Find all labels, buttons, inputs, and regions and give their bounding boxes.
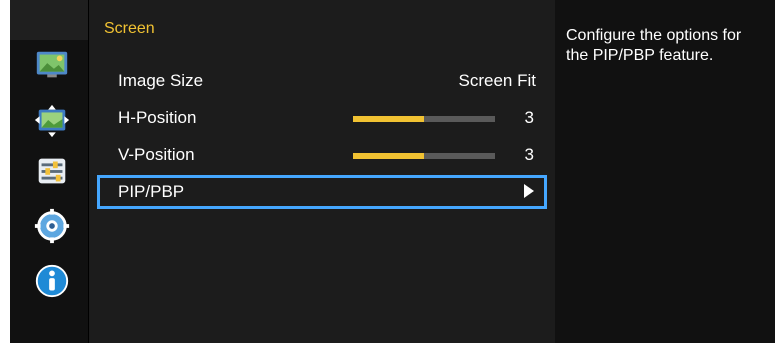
h-position-value: 3 bbox=[524, 108, 534, 127]
menu-item-image-size[interactable]: Image Size Screen Fit bbox=[104, 67, 544, 95]
image-size-value: Screen Fit bbox=[458, 71, 536, 90]
h-position-label: H-Position bbox=[118, 108, 197, 127]
info-icon[interactable] bbox=[32, 263, 72, 299]
menu-item-h-position[interactable]: H-Position 3 bbox=[104, 104, 544, 132]
v-position-label: V-Position bbox=[118, 145, 195, 164]
menu-title: Screen bbox=[104, 20, 155, 37]
submenu-arrow-icon bbox=[524, 184, 534, 198]
picture-icon[interactable] bbox=[32, 47, 72, 83]
sidebar bbox=[10, 40, 90, 343]
sliders-icon[interactable] bbox=[32, 153, 72, 189]
sliders-icon-graphic bbox=[38, 158, 66, 184]
gear-icon[interactable] bbox=[32, 208, 72, 244]
v-position-bar-track[interactable] bbox=[353, 153, 495, 159]
info-icon-graphic bbox=[35, 264, 69, 298]
menu-item-pip-pbp[interactable]: PIP/PBP bbox=[97, 175, 547, 209]
pip-pbp-label: PIP/PBP bbox=[118, 182, 185, 201]
gear-icon-graphic bbox=[34, 208, 70, 244]
h-position-bar-track[interactable] bbox=[353, 116, 495, 122]
h-position-bar-fill bbox=[353, 116, 424, 122]
help-text: Configure the options for the PIP/PBP fe… bbox=[566, 27, 742, 64]
v-position-value: 3 bbox=[524, 145, 534, 164]
main-panel bbox=[88, 0, 557, 343]
screen-size-icon[interactable] bbox=[32, 103, 72, 139]
v-position-bar-fill bbox=[353, 153, 424, 159]
menu-item-v-position[interactable]: V-Position 3 bbox=[104, 141, 544, 169]
screen-size-icon-graphic bbox=[34, 104, 70, 138]
image-size-label: Image Size bbox=[118, 71, 204, 90]
picture-icon-graphic bbox=[36, 51, 68, 78]
